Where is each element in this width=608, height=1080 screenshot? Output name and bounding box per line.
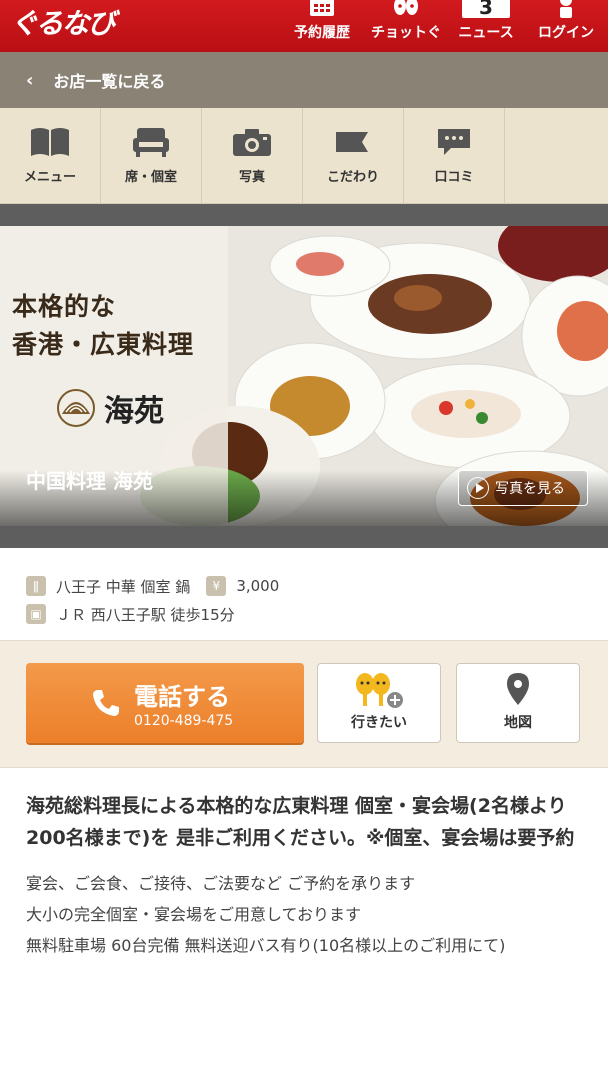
view-photos-button[interactable]: 写真を見る — [458, 470, 588, 506]
tab-features-label: こだわり — [326, 170, 379, 185]
hero-brand-name: 海苑 — [104, 394, 164, 429]
flag-icon — [336, 132, 368, 152]
want-to-go-button[interactable]: 行きたい — [317, 663, 441, 743]
hero-brand: 海苑 — [56, 386, 164, 430]
phone-icon — [93, 690, 119, 716]
shop-info: ǁ 八王子 中華 個室 鍋 ¥ 3,000 ▣ ＪＲ 西八王子駅 徒歩15分 — [0, 548, 608, 640]
tab-reviews[interactable]: 口コミ — [404, 108, 505, 203]
fork-knife-icon: ǁ — [26, 576, 46, 596]
hero-banner[interactable]: 本格的な 香港・広東料理 海苑 中国料理 海苑 写真を見る — [0, 226, 608, 526]
tab-photos[interactable]: 写真 — [202, 108, 303, 203]
mascot-icon — [394, 0, 418, 15]
call-label: 電話する — [134, 683, 230, 711]
news-link[interactable]: 3 ニュース — [454, 0, 518, 52]
login-link[interactable]: ログイン — [533, 0, 599, 52]
sofa-icon — [133, 128, 169, 157]
call-button[interactable]: 電話する 0120-489-475 — [26, 663, 304, 743]
chottogu-link[interactable]: チョットぐ — [370, 0, 442, 52]
person-icon — [560, 0, 572, 18]
tab-seats[interactable]: 席・個室 — [101, 108, 202, 203]
shop-description: 海苑総料理長による本格的な広東料理 個室・宴会場(2名様より200名様まで)を … — [0, 768, 608, 961]
description-line: 宴会、ご会食、ご接待、ご法要など ご予約を承ります — [26, 874, 416, 893]
tab-features[interactable]: こだわり — [303, 108, 404, 203]
access-row: ▣ ＪＲ 西八王子駅 徒歩15分 — [26, 600, 582, 628]
action-bar: 電話する 0120-489-475 行きたい 地図 — [0, 640, 608, 768]
tab-photos-label: 写真 — [238, 170, 265, 185]
map-pin-icon — [507, 673, 529, 705]
tab-spacer — [505, 108, 608, 203]
yen-icon: ¥ — [206, 576, 227, 596]
description-line: 無料駐車場 60台完備 無料送迎バス有り(10名様以上のご利用にて) — [26, 936, 506, 955]
section-divider — [0, 204, 608, 226]
map-label: 地図 — [504, 715, 532, 731]
budget-text: 3,000 — [236, 577, 280, 595]
tab-menu-label: メニュー — [23, 170, 76, 185]
hero-tagline-line1: 本格的な — [12, 292, 117, 321]
chevron-left-icon: ‹ — [26, 69, 34, 91]
train-icon: ▣ — [26, 604, 46, 624]
genre-row: ǁ 八王子 中華 個室 鍋 ¥ 3,000 — [26, 572, 582, 600]
back-to-list-link[interactable]: ‹ お店一覧に戻る — [0, 52, 608, 108]
genre-text: 八王子 中華 個室 鍋 — [56, 577, 191, 596]
news-label: ニュース — [458, 25, 514, 41]
want-to-go-icon — [356, 673, 403, 708]
tab-menu[interactable]: メニュー — [0, 108, 101, 203]
speech-bubble-icon — [438, 129, 470, 155]
description-title: 海苑総料理長による本格的な広東料理 個室・宴会場(2名様より200名様まで)を … — [26, 795, 575, 849]
back-label: お店一覧に戻る — [53, 72, 166, 91]
gurunavi-logo[interactable]: ぐるなび — [10, 2, 115, 42]
play-icon — [467, 477, 489, 499]
view-photos-label: 写真を見る — [495, 481, 565, 497]
chottogu-label: チョットぐ — [371, 25, 441, 41]
tab-reviews-label: 口コミ — [434, 170, 474, 185]
reservation-history-link[interactable]: 予約履歴 — [288, 0, 356, 52]
calendar-icon — [310, 0, 334, 16]
section-divider-2 — [0, 526, 608, 548]
access-text: ＪＲ 西八王子駅 徒歩15分 — [56, 605, 235, 624]
hero-tagline: 本格的な 香港・広東料理 — [12, 288, 194, 364]
news-count-badge: 3 — [462, 0, 510, 19]
description-line: 大小の完全個室・宴会場をご用意しております — [26, 905, 362, 924]
camera-icon — [233, 129, 271, 156]
reservation-history-label: 予約履歴 — [294, 25, 350, 41]
shop-tab-menu: メニュー 席・個室 写真 こだわり 口コミ — [0, 108, 608, 204]
tab-seats-label: 席・個室 — [124, 170, 177, 185]
phone-number: 0120-489-475 — [134, 713, 234, 729]
app-header: ぐるなび 予約履歴 チョットぐ 3 ニュース ログイン — [0, 0, 608, 52]
description-body: 宴会、ご会食、ご接待、ご法要など ご予約を承ります 大小の完全個室・宴会場をご用… — [26, 868, 582, 961]
restaurant-name: 中国料理 海苑 — [26, 469, 153, 493]
login-label: ログイン — [538, 25, 594, 41]
wave-logo-icon — [57, 389, 95, 427]
want-to-go-label: 行きたい — [351, 715, 407, 731]
book-icon — [31, 128, 69, 156]
hero-tagline-line2: 香港・広東料理 — [12, 330, 195, 359]
map-button[interactable]: 地図 — [456, 663, 580, 743]
